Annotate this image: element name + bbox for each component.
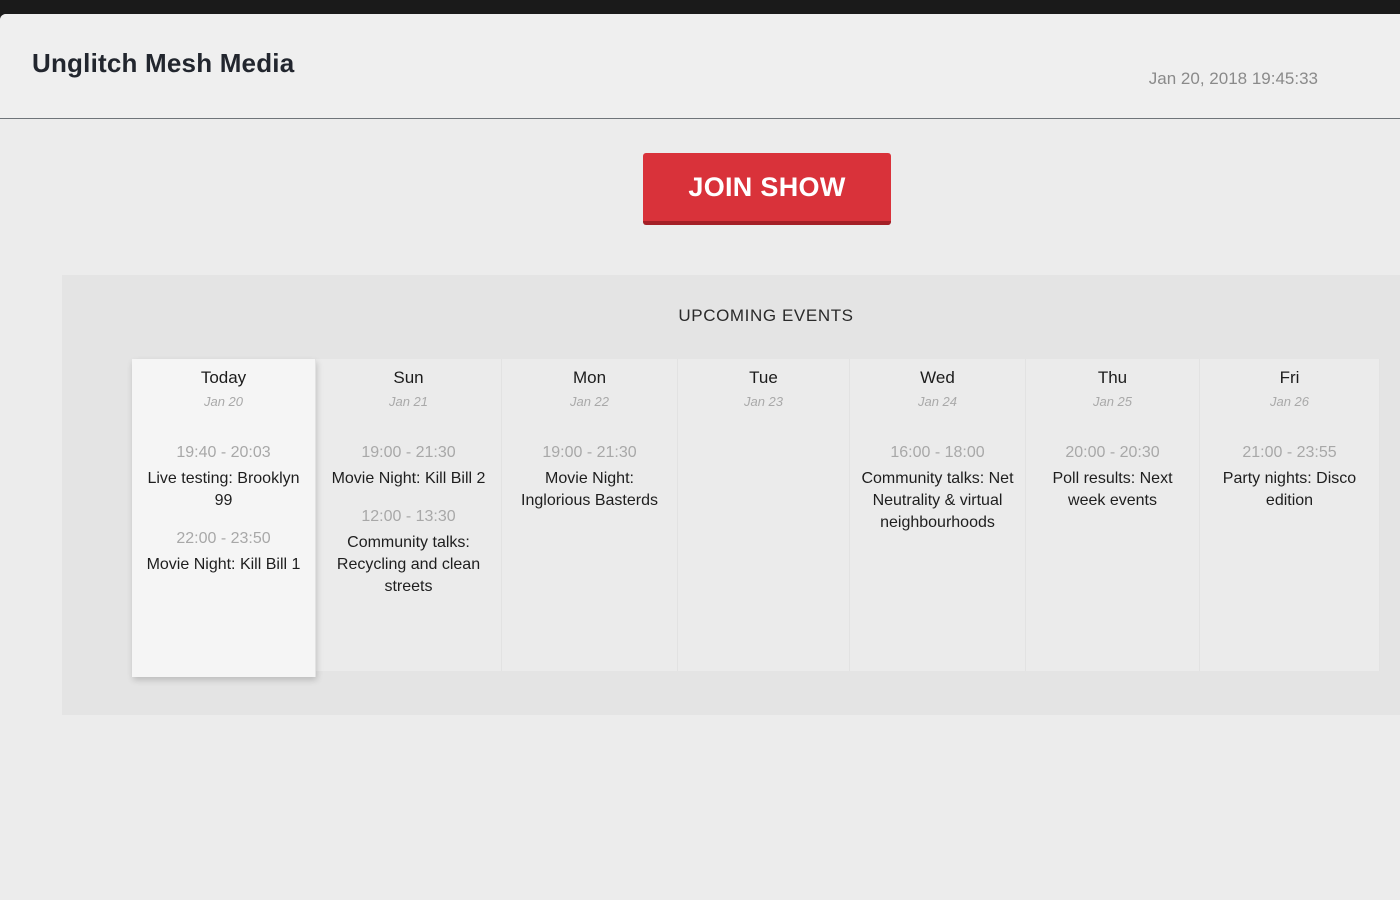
upcoming-events-heading: UPCOMING EVENTS [678,306,854,325]
day-name: Mon [572,368,607,387]
day-column-today: Today Jan 20 19:40 - 20:03 Live testing: Br… [132,359,316,677]
event-title: Party nights: Disco edition [1222,470,1357,509]
day-column-thu: Thu Jan 25 20:00 - 20:30 Poll results: Next… [1026,359,1200,671]
day-date: Jan 22 [569,394,610,409]
day-column-tue: Tue Jan 23 [678,359,850,671]
day-column-sun: Sun Jan 21 19:00 - 21:30 Movie Night: Kill … [316,359,502,671]
event-item[interactable]: 22:00 - 23:50 Movie Night: Kill Bill 1 [132,528,315,576]
event-title: Community talks: Recycling and clean str… [336,534,481,595]
day-column-fri: Fri Jan 26 21:00 - 23:55 Party nights: Disc… [1200,359,1380,671]
event-time: 19:00 - 21:30 [361,444,456,461]
day-column-wed: Wed Jan 24 16:00 - 18:00 Community talks: N… [850,359,1026,671]
event-time: 16:00 - 18:00 [890,444,985,461]
day-name: Thu [1097,368,1128,387]
event-item[interactable]: 20:00 - 20:30 Poll results: Next week eve… [1026,442,1199,512]
event-item[interactable]: 12:00 - 13:30 Community talks: Recycling … [316,506,501,598]
event-item[interactable]: 19:00 - 21:30 Movie Night: Kill Bill 2 [316,442,501,490]
event-title: Community talks: Net Neutrality & virtua… [861,470,1014,531]
upcoming-events-panel: UPCOMING EVENTS Today Jan 20 19:40 - 20:03… [62,275,1400,715]
event-item[interactable]: 19:40 - 20:03 Live testing: Brooklyn 99 [132,442,315,512]
day-date: Jan 25 [1092,394,1133,409]
day-name: Wed [920,368,955,387]
app-screen: Unglitch Mesh Media Jan 20, 2018 19:45:3… [0,14,1400,900]
day-date: Jan 23 [743,394,784,409]
event-time: 20:00 - 20:30 [1065,444,1160,461]
app-title: Unglitch Mesh Media [32,48,295,78]
event-item[interactable]: 19:00 - 21:30 Movie Night: Inglorious Bas… [502,442,677,512]
event-time: 22:00 - 23:50 [176,530,271,547]
event-title: Movie Night: Kill Bill 1 [146,556,301,573]
event-title: Movie Night: Inglorious Basterds [521,470,658,509]
day-name: Today [200,368,247,387]
join-show-button[interactable]: JOIN SHOW [643,153,891,225]
event-title: Movie Night: Kill Bill 2 [331,470,486,487]
day-columns: Today Jan 20 19:40 - 20:03 Live testing: Br… [132,359,1380,677]
event-time: 19:00 - 21:30 [542,444,637,461]
app-header: Unglitch Mesh Media Jan 20, 2018 19:45:3… [0,14,1400,119]
day-date: Jan 20 [203,394,244,409]
current-datetime: Jan 20, 2018 19:45:33 [1148,69,1318,88]
event-item[interactable]: 16:00 - 18:00 Community talks: Net Neutra… [850,442,1025,534]
event-title: Live testing: Brooklyn 99 [147,470,300,509]
event-time: 19:40 - 20:03 [176,444,271,461]
event-item[interactable]: 21:00 - 23:55 Party nights: Disco edition [1200,442,1379,512]
event-time: 21:00 - 23:55 [1242,444,1337,461]
day-date: Jan 21 [388,394,429,409]
day-name: Fri [1279,368,1300,387]
event-title: Poll results: Next week events [1052,470,1173,509]
day-column-mon: Mon Jan 22 19:00 - 21:30 Movie Night: Inglo… [502,359,678,671]
event-time: 12:00 - 13:30 [361,508,456,525]
day-date: Jan 26 [1269,394,1310,409]
day-date: Jan 24 [917,394,958,409]
day-name: Sun [393,368,424,387]
day-name: Tue [749,368,778,387]
